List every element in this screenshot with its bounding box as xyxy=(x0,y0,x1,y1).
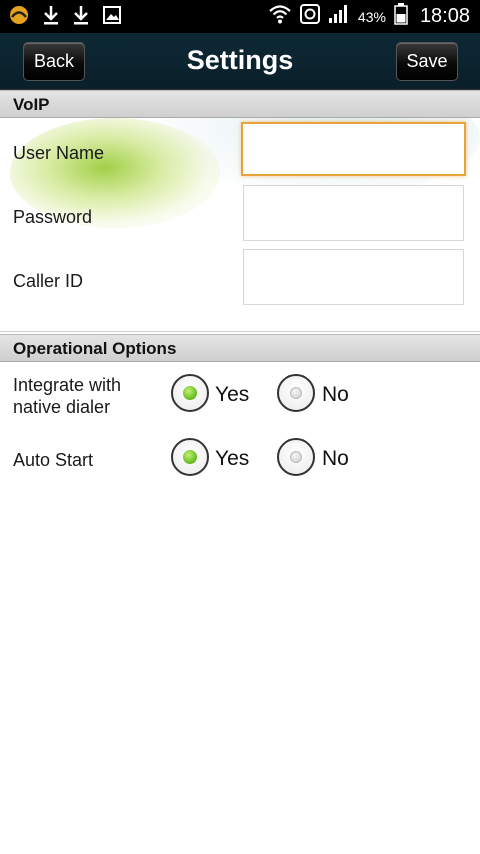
notification-icons xyxy=(8,4,122,31)
password-input[interactable] xyxy=(243,185,464,241)
title-bar: Back Settings Save xyxy=(0,33,480,90)
password-label: Password xyxy=(13,207,93,227)
battery-percent: 43% xyxy=(357,8,386,25)
status-bar: 43% 18:08 xyxy=(0,0,480,33)
integrate-dialer-no-label[interactable]: No xyxy=(322,383,349,407)
caller-id-label: Caller ID xyxy=(13,271,84,291)
caller-id-input[interactable] xyxy=(243,249,464,305)
download-icon xyxy=(42,4,60,31)
integrate-dialer-yes-radio[interactable] xyxy=(171,374,209,412)
section-header-operational-options: Operational Options xyxy=(0,334,480,362)
system-icons: 43% 18:08 xyxy=(268,0,470,33)
integrate-dialer-label-line2: native dialer xyxy=(13,397,111,417)
auto-start-yes-radio[interactable] xyxy=(171,438,209,476)
user-name-label: User Name xyxy=(13,143,105,163)
auto-start-no-label[interactable]: No xyxy=(322,447,349,471)
radio-selected-indicator xyxy=(183,450,197,464)
radio-selected-indicator xyxy=(183,386,197,400)
sync-icon xyxy=(299,4,320,29)
integrate-dialer-no-radio[interactable] xyxy=(277,374,315,412)
integrate-dialer-label: Integrate with native dialer xyxy=(13,374,121,418)
auto-start-yes-label[interactable]: Yes xyxy=(215,447,249,471)
app-notification-icon xyxy=(8,4,30,31)
user-name-input[interactable] xyxy=(241,122,466,176)
battery-icon xyxy=(394,3,408,30)
download-icon xyxy=(72,4,90,31)
radio-unselected-indicator xyxy=(290,387,302,399)
auto-start-no-radio[interactable] xyxy=(277,438,315,476)
save-button[interactable]: Save xyxy=(396,42,458,81)
radio-unselected-indicator xyxy=(290,451,302,463)
section-header-voip: VoIP xyxy=(0,90,480,118)
image-icon xyxy=(102,5,122,30)
signal-icon xyxy=(328,4,350,29)
clock: 18:08 xyxy=(419,5,470,27)
integrate-dialer-yes-label[interactable]: Yes xyxy=(215,383,249,407)
wifi-icon xyxy=(268,3,292,30)
integrate-dialer-label-line1: Integrate with xyxy=(13,375,122,395)
auto-start-label: Auto Start xyxy=(13,450,94,470)
